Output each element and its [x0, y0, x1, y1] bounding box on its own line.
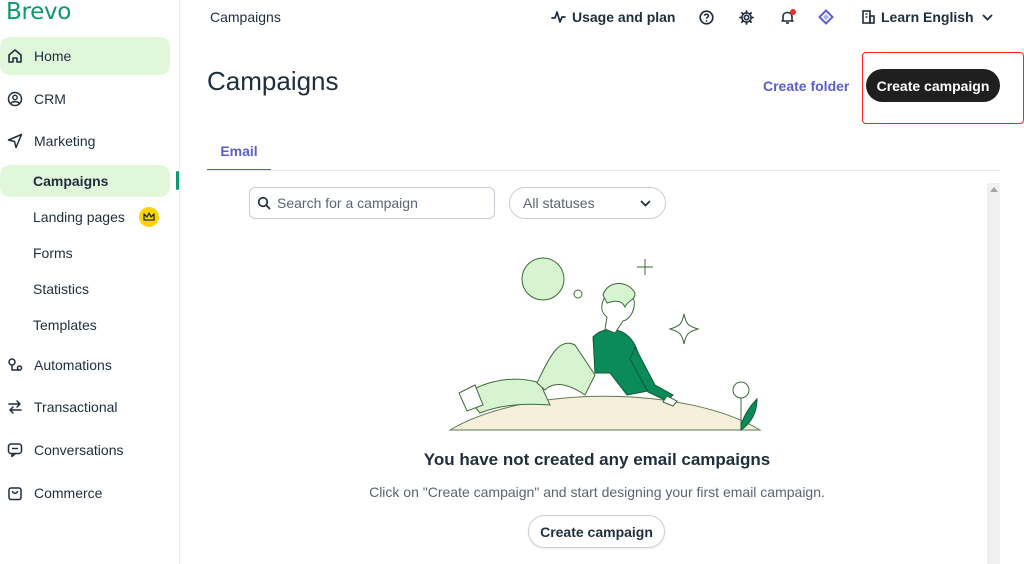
learn-english-menu[interactable]: Learn English [862, 5, 993, 29]
help-icon [699, 9, 714, 25]
usage-and-plan-label: Usage and plan [572, 9, 676, 25]
search-box[interactable] [249, 187, 495, 219]
building-icon [862, 10, 875, 24]
create-campaign-button[interactable]: Create campaign [866, 69, 1000, 102]
sidebar-item-label: Statistics [33, 281, 90, 297]
contacts-icon [5, 89, 25, 109]
crown-icon [138, 207, 159, 227]
usage-and-plan-button[interactable]: Usage and plan [551, 5, 675, 29]
sidebar-item-marketing[interactable]: Marketing [0, 122, 170, 160]
chat-icon [5, 440, 25, 460]
sidebar-item-label: Transactional [34, 399, 118, 415]
home-icon [5, 46, 25, 66]
empty-state-illustration [448, 257, 762, 431]
status-select-value: All statuses [523, 195, 595, 211]
sidebar-item-label: CRM [34, 91, 66, 107]
tab-email[interactable]: Email [207, 132, 271, 171]
sidebar-item-home[interactable]: Home [0, 37, 170, 75]
automation-icon [5, 355, 25, 375]
status-select[interactable]: All statuses [509, 187, 666, 219]
sidebar-item-conversations[interactable]: Conversations [0, 431, 170, 469]
sidebar-item-label: Marketing [34, 133, 96, 149]
empty-state-description: Click on "Create campaign" and start des… [369, 484, 825, 500]
sidebar-item-label: Campaigns [33, 173, 109, 189]
sidebar-item-label: Automations [34, 357, 112, 373]
learn-english-label: Learn English [881, 9, 974, 25]
premium-button[interactable] [818, 5, 834, 29]
active-indicator [176, 171, 179, 190]
pulse-icon [551, 10, 566, 24]
sidebar-item-forms[interactable]: Forms [0, 237, 170, 269]
sidebar-item-landing-pages[interactable]: Landing pages [0, 201, 170, 233]
sidebar-item-label: Templates [33, 317, 97, 333]
scrollbar[interactable] [987, 183, 1000, 564]
empty-state-create-campaign-button[interactable]: Create campaign [528, 515, 665, 548]
sidebar-item-transactional[interactable]: Transactional [0, 388, 170, 426]
transfer-icon [5, 397, 25, 417]
scroll-up-arrow-icon[interactable] [990, 187, 998, 192]
send-icon [5, 131, 25, 151]
settings-button[interactable] [739, 5, 754, 29]
breadcrumb: Campaigns [210, 9, 281, 25]
sidebar: Brevo Home CRM Marketing Campaigns Landi… [0, 0, 180, 564]
notifications-button[interactable] [780, 5, 796, 29]
chevron-down-icon [981, 13, 993, 21]
sidebar-item-label: Forms [33, 245, 73, 261]
settings-icon [739, 9, 754, 25]
sidebar-item-campaigns[interactable]: Campaigns [0, 165, 170, 197]
sidebar-item-label: Conversations [34, 442, 124, 458]
help-button[interactable] [699, 5, 714, 29]
sidebar-item-commerce[interactable]: Commerce [0, 474, 170, 512]
empty-state-title: You have not created any email campaigns [423, 450, 771, 469]
notification-dot [790, 8, 796, 15]
create-folder-link[interactable]: Create folder [763, 78, 849, 94]
diamond-icon [818, 9, 834, 25]
chevron-down-icon [640, 199, 651, 207]
sidebar-item-automations[interactable]: Automations [0, 346, 170, 384]
sidebar-item-label: Home [34, 48, 72, 64]
tab-divider [207, 170, 1000, 171]
brevo-logo[interactable]: Brevo [6, 0, 71, 24]
notifications-icon [780, 8, 796, 25]
page-title: Campaigns [207, 66, 339, 96]
bag-icon [5, 483, 25, 503]
sidebar-item-crm[interactable]: CRM [0, 80, 170, 118]
sidebar-item-templates[interactable]: Templates [0, 309, 170, 341]
sidebar-item-statistics[interactable]: Statistics [0, 273, 170, 305]
sidebar-item-label: Landing pages [33, 209, 125, 225]
search-icon [257, 196, 271, 210]
search-input[interactable] [277, 195, 477, 211]
sidebar-item-label: Commerce [34, 485, 103, 501]
